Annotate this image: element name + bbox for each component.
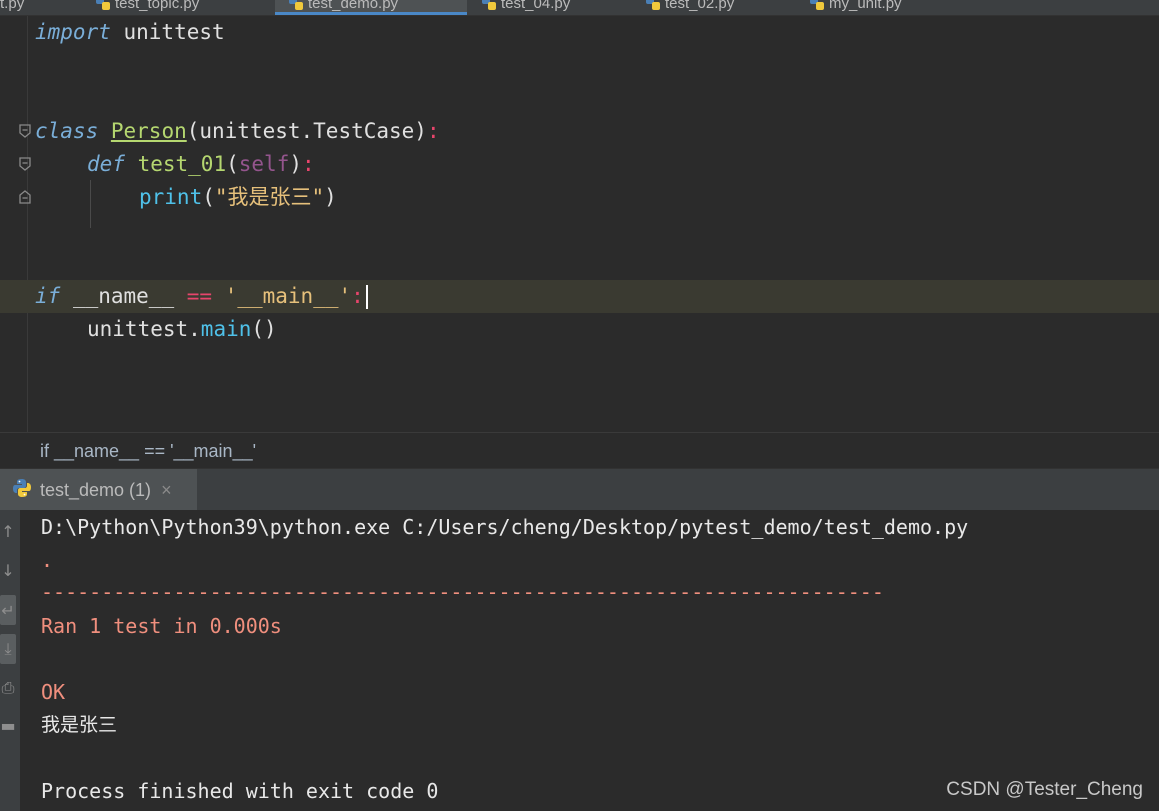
print-icon[interactable]: ⎙ (0, 673, 16, 703)
code-line-def: def test_01(self): (87, 148, 315, 181)
console-program-output: 我是张三 (41, 714, 118, 736)
keyword: if (35, 284, 61, 308)
keyword: def (87, 152, 125, 176)
watermark-text: CSDN @Tester_Cheng (946, 779, 1143, 800)
tab-test-02[interactable]: test_02.py (646, 0, 734, 15)
paren: ( (202, 185, 215, 209)
run-toolbar: ↑ ↓ ↵ ⤓ ⎙ ▬ (0, 510, 20, 811)
tab-label: test_demo.py (308, 0, 399, 12)
fold-collapse-icon[interactable] (18, 157, 32, 171)
console-progress-dot: . (41, 548, 54, 572)
paren: ) (324, 185, 337, 209)
class-name: Person (110, 119, 187, 143)
tab-label: my_unit.py (829, 0, 902, 12)
code-line-class: class Person(unittest.TestCase): (35, 115, 440, 148)
tab-test-demo[interactable]: test_demo.py (275, 0, 467, 15)
soft-wrap-icon[interactable]: ↵ (0, 595, 16, 625)
close-icon[interactable]: × (161, 480, 172, 501)
breadcrumb-item[interactable]: if __name__ == '__main__' (40, 441, 256, 461)
scroll-to-end-icon[interactable]: ⤓ (0, 634, 16, 664)
string-literal: "我是张三" (214, 185, 325, 209)
module-name: unittest (110, 20, 225, 44)
breadcrumb[interactable]: if __name__ == '__main__' (0, 432, 1159, 468)
tab-test-topic[interactable]: test_topic.py (96, 0, 199, 15)
python-file-icon (96, 0, 110, 10)
tab-my-unit[interactable]: my_unit.py (810, 0, 902, 15)
tab-unit[interactable]: unit.py (0, 0, 24, 15)
indent-guide (90, 180, 91, 228)
function-name: test_01 (137, 152, 227, 176)
keyword: class (35, 119, 99, 143)
colon: : (351, 284, 364, 308)
colon: : (302, 152, 315, 176)
tab-test-04[interactable]: test_04.py (482, 0, 570, 15)
console-output[interactable]: D:\Python\Python39\python.exe C:/Users/c… (20, 510, 1159, 811)
console-ran-summary: Ran 1 test in 0.000s (41, 614, 282, 638)
python-file-icon (810, 0, 824, 10)
run-tool-window-header: test_demo (1) × (0, 468, 1159, 511)
arrow-up-icon[interactable]: ↑ (0, 516, 16, 546)
console-command-line: D:\Python\Python39\python.exe C:/Users/c… (41, 515, 969, 539)
code-line-if-main: if __name__ == '__main__': (0, 280, 1159, 313)
console-separator: ----------------------------------------… (41, 580, 884, 604)
console-exit-message: Process finished with exit code 0 (41, 779, 439, 803)
editor-gutter (0, 16, 28, 432)
tab-label: test_02.py (665, 0, 735, 12)
method-name: main (200, 317, 252, 341)
keyword: import (35, 20, 111, 44)
code-line-print: print("我是张三") (139, 181, 337, 214)
string-literal: '__main__' (224, 284, 352, 308)
fold-collapse-icon[interactable] (18, 124, 32, 138)
trash-icon[interactable]: ▬ (0, 710, 16, 740)
paren: ( (226, 152, 239, 176)
code-line-main-call: unittest.main() (87, 313, 277, 346)
python-icon (12, 478, 32, 503)
arrow-down-icon[interactable]: ↓ (0, 555, 16, 585)
colon: : (426, 119, 440, 143)
self-param: self (238, 152, 290, 176)
text-cursor (365, 285, 368, 309)
class-base: (unittest.TestCase) (186, 119, 427, 143)
module-ref: unittest. (87, 317, 201, 341)
dunder-name: __name__ (60, 284, 187, 308)
python-file-icon (646, 0, 660, 10)
operator: == (186, 284, 213, 308)
console-ok-status: OK (41, 680, 66, 704)
editor-tab-bar: unit.py test_topic.py test_demo.py test_… (0, 0, 1159, 16)
code-line-import: import unittest (35, 16, 225, 49)
tab-label: test_04.py (501, 0, 571, 12)
tab-label: unit.py (0, 0, 25, 12)
tab-label: test_topic.py (115, 0, 200, 12)
python-file-icon (482, 0, 496, 10)
run-tab-label: test_demo (1) (40, 479, 152, 500)
paren: ) (289, 152, 302, 176)
python-file-icon (289, 0, 303, 10)
builtin-print: print (139, 185, 203, 209)
run-tab[interactable]: test_demo (1) × (0, 469, 197, 511)
call-parens: () (251, 317, 277, 341)
code-editor[interactable]: import unittest class Person(unittest.Te… (0, 16, 1159, 432)
fold-end-icon[interactable] (18, 190, 32, 204)
